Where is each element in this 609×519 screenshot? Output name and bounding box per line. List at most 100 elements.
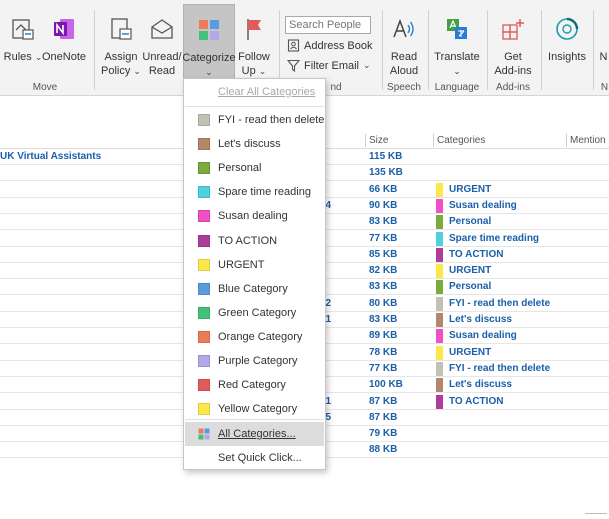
menu-item-category[interactable]: Let's discuss <box>185 132 324 156</box>
category-swatch-icon <box>198 355 210 367</box>
filter-email-button[interactable]: Filter Email ⌄ <box>287 59 371 72</box>
flag-icon <box>238 12 270 46</box>
row-category: Susan dealing <box>449 199 517 211</box>
category-color-chip <box>436 182 443 197</box>
category-color-chip <box>436 329 443 344</box>
row-size: 88 KB <box>369 444 398 456</box>
row-size: 77 KB <box>369 362 398 374</box>
translate-button[interactable]: Translate ⌄ <box>433 4 481 82</box>
partial-ribbon-label: N <box>599 51 608 63</box>
filter-email-label: Filter Email <box>304 59 360 72</box>
column-header-mention[interactable]: Mention <box>570 135 606 146</box>
list-bottom-area <box>0 470 609 519</box>
translate-label: Translate <box>434 51 480 63</box>
read-aloud-label-2: Aloud <box>389 65 419 77</box>
menu-item-category[interactable]: Red Category <box>185 373 324 397</box>
group-label-move: Move <box>32 82 58 93</box>
group-label-partial: N <box>600 82 609 93</box>
category-swatch-icon <box>198 138 210 151</box>
row-size: 66 KB <box>369 183 398 195</box>
partial-ribbon-button[interactable]: N <box>598 4 609 82</box>
column-header-categories[interactable]: Categories <box>437 135 485 146</box>
row-size: 83 KB <box>369 216 398 228</box>
menu-item-category[interactable]: URGENT <box>185 253 324 277</box>
filter-icon <box>287 59 300 72</box>
row-size: 85 KB <box>369 248 398 260</box>
row-category: URGENT <box>449 265 492 277</box>
menu-item-set-quick-click[interactable]: Set Quick Click... <box>185 446 324 470</box>
ribbon-separator <box>593 10 594 90</box>
assign-policy-label-2: Policy <box>101 65 131 77</box>
onenote-label: OneNote <box>41 51 87 63</box>
category-swatch-icon <box>198 210 210 223</box>
assign-policy-icon <box>105 12 137 46</box>
onenote-icon <box>48 12 80 46</box>
address-book-label: Address Book <box>304 39 373 52</box>
menu-item-label: Spare time reading <box>218 186 311 199</box>
row-size: 87 KB <box>369 395 398 407</box>
category-swatch-icon <box>198 282 210 295</box>
ribbon-separator <box>382 10 383 90</box>
column-header-size[interactable]: Size <box>369 135 388 146</box>
category-color-chip <box>436 394 443 409</box>
menu-item-category[interactable]: Personal <box>185 156 324 180</box>
address-book-button[interactable]: Address Book <box>287 39 372 52</box>
rules-icon <box>7 12 39 46</box>
address-book-icon <box>287 39 300 52</box>
unread-read-button[interactable]: Unread/Read <box>142 4 182 82</box>
menu-item-category[interactable]: Orange Category <box>185 325 324 349</box>
follow-up-label-1: Follow <box>238 51 270 63</box>
column-separator <box>365 134 366 147</box>
insights-icon <box>551 12 583 46</box>
category-swatch-icon <box>198 379 210 392</box>
insights-button[interactable]: Insights <box>546 4 588 82</box>
read-aloud-button[interactable]: Read Aloud <box>385 4 423 82</box>
category-swatch-icon <box>198 114 210 126</box>
group-label-addins: Add-ins <box>496 82 530 93</box>
category-swatch-icon <box>198 330 210 343</box>
menu-item-category[interactable]: Yellow Category <box>185 397 324 421</box>
menu-item-label: Orange Category <box>218 330 303 343</box>
row-size: 78 KB <box>369 346 398 358</box>
menu-item-category[interactable]: Susan dealing <box>185 204 324 228</box>
menu-item-clear-all-categories[interactable]: Clear All Categories <box>185 80 324 104</box>
row-category: URGENT <box>449 183 492 195</box>
category-color-chip <box>436 198 443 213</box>
insights-label: Insights <box>548 51 586 63</box>
assign-policy-button[interactable]: Assign Policy ⌄ <box>100 4 142 82</box>
row-size: 100 KB <box>369 379 403 391</box>
addins-icon <box>497 12 529 46</box>
row-size: 83 KB <box>369 281 398 293</box>
row-size: 135 KB <box>369 167 403 179</box>
row-category: Let's discuss <box>449 379 512 391</box>
menu-item-category[interactable]: Spare time reading <box>185 180 324 204</box>
category-swatch-icon <box>198 162 210 175</box>
follow-up-button[interactable]: Follow Up ⌄ <box>236 4 272 82</box>
menu-item-category[interactable]: TO ACTION <box>185 229 324 253</box>
menu-item-category[interactable]: Purple Category <box>185 349 324 373</box>
get-addins-label-2: Add-ins <box>494 65 532 77</box>
row-category: FYI - read then delete <box>449 362 551 374</box>
categorize-button[interactable]: Categorize ⌄ <box>182 4 236 80</box>
ribbon-separator <box>487 10 488 90</box>
assign-policy-caret-icon: ⌄ <box>133 66 141 76</box>
row-size: 90 KB <box>369 199 398 211</box>
search-people-input[interactable] <box>285 16 371 34</box>
menu-item-all-categories[interactable]: All Categories... <box>185 422 324 446</box>
category-color-chip <box>436 247 443 262</box>
menu-item-category[interactable]: Green Category <box>185 301 324 325</box>
menu-item-label: URGENT <box>218 258 265 271</box>
menu-item-label: FYI - read then delete <box>218 114 325 126</box>
category-swatch-icon <box>198 258 210 271</box>
translate-icon <box>441 12 473 46</box>
unread-read-label-2: Read <box>148 65 176 77</box>
category-color-chip <box>436 280 443 295</box>
menu-item-category[interactable]: FYI - read then delete <box>185 108 324 132</box>
rules-button[interactable]: Rules ⌄ <box>4 4 42 82</box>
row-category: TO ACTION <box>449 248 504 260</box>
menu-item-category[interactable]: Blue Category <box>185 277 324 301</box>
category-color-chip <box>436 231 443 246</box>
get-addins-button[interactable]: Get Add-ins <box>492 4 534 82</box>
row-size: 83 KB <box>369 314 398 325</box>
onenote-button[interactable]: OneNote <box>42 4 86 82</box>
